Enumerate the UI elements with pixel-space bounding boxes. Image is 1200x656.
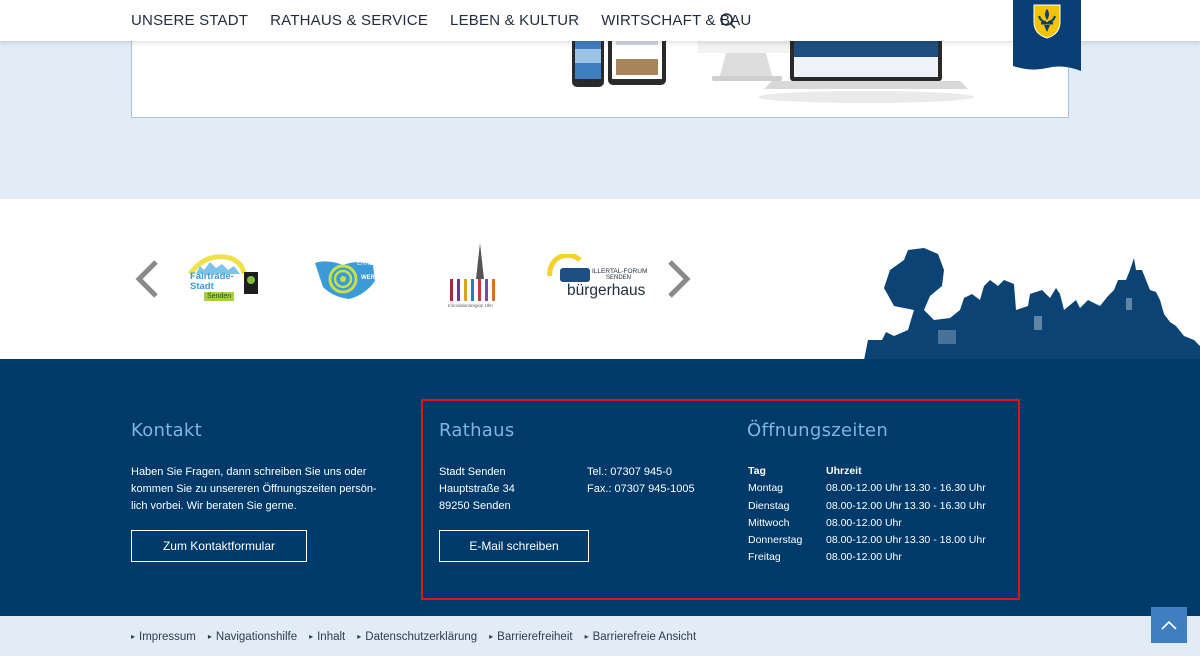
innovationsregion-logo[interactable]: Innovationsregion Ulm [446,241,500,313]
table-header-row: Tag Uhrzeit [748,465,986,482]
ehrenwert-text-1: EHREN [357,261,379,267]
contact-title: Kontakt [131,420,202,441]
time-cell [904,517,986,534]
coat-of-arms-logo[interactable] [1013,0,1081,71]
innovationsregion-logo-graphic [450,243,495,301]
contact-text: Haben Sie Fragen, dann schreiben Sie uns… [131,464,381,515]
time-cell: 08.00-12.00 Uhr [826,499,902,512]
footer-link-barrierefreiheit[interactable]: ▸ Barrierefreiheit [489,631,572,643]
address-line: Stadt Senden [439,466,506,478]
day-cell: Montag [748,482,784,495]
time-cell: 13.30 - 18.00 Uhr [904,534,986,547]
triangle-right-icon: ▸ [357,632,362,641]
buergerhaus-logo[interactable]: ILLERTAL-FORUM SENDEN bürgerhaus [546,254,648,304]
contact-text-line: kommen Sie zu unsereren Öffnungszeiten p… [131,483,377,495]
time-cell [904,551,986,568]
rathaus-title: Rathaus [439,420,515,441]
time-cell: 08.00-12.00 Uhr [826,534,902,547]
footer-link-label: Impressum [139,631,196,643]
triangle-right-icon: ▸ [207,632,212,641]
table-row: Montag 08.00-12.00 Uhr 13.30 - 16.30 Uhr [748,482,986,499]
footer-links-bar: ▸ Impressum ▸ Navigationshilfe ▸ Inhalt ▸ Da… [0,616,1200,656]
address-line: 89250 Senden [439,500,511,512]
footer-link-label: Barrierefreiheit [497,631,573,643]
innovationsregion-text: Innovationsregion Ulm [448,303,493,308]
buergerhaus-text-1: ILLERTAL-FORUM [592,268,648,275]
day-cell: Dienstag [748,499,790,512]
column-header-day: Tag [748,465,766,477]
main-navigation: UNSERE STADT RATHAUS & SERVICE LEBEN & K… [131,0,751,41]
day-cell: Donnerstag [748,534,803,547]
footer-link-label: Navigationshilfe [215,631,298,643]
time-cell: 08.00-12.00 Uhr [826,516,902,529]
contact-text-line: Haben Sie Fragen, dann schreiben Sie uns… [131,466,367,478]
phone-number[interactable]: Tel.: 07307 945-0 [587,464,695,481]
opening-hours-table: Tag Uhrzeit Montag 08.00-12.00 Uhr 13.30… [748,465,986,569]
contact-form-button[interactable]: Zum Kontaktformular [131,530,307,562]
triangle-right-icon: ▸ [489,632,494,641]
chevron-left-icon[interactable] [134,259,162,299]
nav-item-leben-kultur[interactable]: LEBEN & KULTUR [450,12,579,29]
empty-cell [904,465,986,482]
fairtrade-text-3: Senden [207,293,232,300]
footer-link-datenschutz[interactable]: ▸ Datenschutzerklärung [357,631,477,643]
fairtrade-text-2: Stadt [190,281,214,292]
rathaus-address: Stadt Senden Hauptstraße 34 89250 Senden [439,464,515,515]
chevron-up-icon [1161,620,1177,630]
footer-link-inhalt[interactable]: ▸ Inhalt [309,631,345,643]
chevron-right-icon[interactable] [664,259,692,299]
footer-links: ▸ Impressum ▸ Navigationshilfe ▸ Inhalt ▸ Da… [131,631,696,643]
footer-link-label: Barrierefreie Ansicht [592,631,697,643]
footer-link-label: Datenschutzerklärung [365,631,478,643]
email-button[interactable]: E-Mail schreiben [439,530,589,562]
day-cell: Freitag [748,551,781,564]
ehrenwert-text-2: WERT [361,275,379,281]
footer-link-impressum[interactable]: ▸ Impressum [131,631,196,643]
fax-number: Fax.: 07307 945-1005 [587,483,695,495]
city-silhouette-graphic [864,248,1200,360]
opening-hours-title: Öffnungszeiten [747,420,889,441]
table-row: Donnerstag 08.00-12.00 Uhr 13.30 - 18.00… [748,534,986,551]
buergerhaus-text-3: bürgerhaus [567,282,646,299]
site-footer: Kontakt Haben Sie Fragen, dann schreiben… [0,359,1200,616]
rathaus-phone-fax: Tel.: 07307 945-0 Fax.: 07307 945-1005 [587,464,695,498]
buergerhaus-text-2: SENDEN [606,275,632,281]
back-to-top-button[interactable] [1151,607,1187,643]
address-line: Hauptstraße 34 [439,483,515,495]
triangle-right-icon: ▸ [131,632,136,641]
search-icon[interactable] [719,12,737,30]
partner-logos-section: Fairtrade- Stadt Senden EHREN WERT Innov… [0,199,1200,360]
column-header-time: Uhrzeit [826,465,862,477]
table-row: Mittwoch 08.00-12.00 Uhr [748,517,986,534]
footer-link-label: Inhalt [317,631,346,643]
footer-link-barrierefreie-ansicht[interactable]: ▸ Barrierefreie Ansicht [585,631,697,643]
time-cell: 08.00-12.00 Uhr [826,482,902,495]
triangle-right-icon: ▸ [584,632,589,641]
table-row: Freitag 08.00-12.00 Uhr [748,551,986,568]
triangle-right-icon: ▸ [309,632,314,641]
contact-text-line: lich vorbei. Wir beraten Sie gerne. [131,500,297,512]
nav-item-rathaus-service[interactable]: RATHAUS & SERVICE [270,12,428,29]
time-cell: 08.00-12.00 Uhr [826,551,902,564]
time-cell: 13.30 - 16.30 Uhr [904,482,986,495]
time-cell: 13.30 - 16.30 Uhr [904,499,986,512]
ehrenwert-logo[interactable]: EHREN WERT [313,257,383,301]
table-row: Dienstag 08.00-12.00 Uhr 13.30 - 16.30 U… [748,500,986,517]
day-cell: Mittwoch [748,516,790,529]
fairtrade-logo[interactable]: Fairtrade- Stadt Senden [186,252,260,304]
nav-item-unsere-stadt[interactable]: UNSERE STADT [131,12,248,29]
footer-link-navigationshilfe[interactable]: ▸ Navigationshilfe [208,631,297,643]
